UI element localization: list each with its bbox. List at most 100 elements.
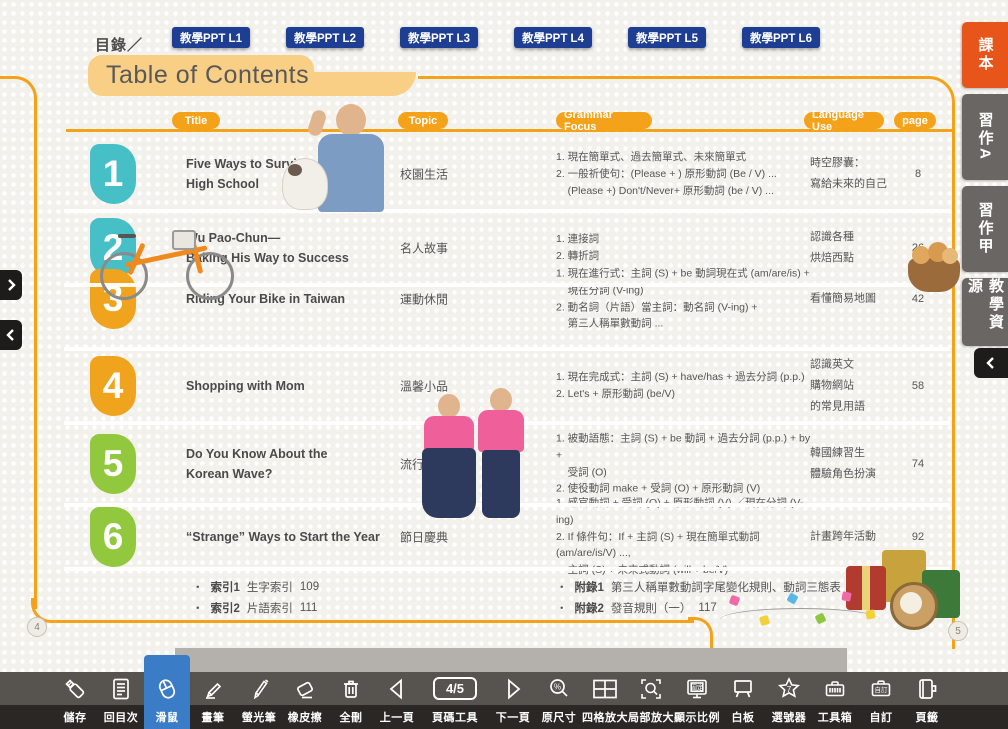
book-tab-icon [914,676,940,702]
custom-briefcase-icon: 自訂 [868,676,894,702]
ppt-button-l4[interactable]: 教學PPT L4 [514,27,592,48]
mouse-tool-button[interactable]: 滑鼠 [144,655,190,729]
delete-all-button[interactable]: 全刪 [328,672,374,729]
unit-title: “Strange” Ways to Start the Year [186,527,391,547]
ppt-button-l1[interactable]: 教學PPT L1 [172,27,250,48]
ppt-button-l3[interactable]: 教學PPT L3 [400,27,478,48]
appendix-page: 112 [848,581,866,593]
four-grid-zoom-button[interactable]: 四格放大 [582,672,628,729]
index-text: 生字索引 [247,579,293,595]
star-number-icon: 7 [775,676,803,702]
unit-title: Riding Your Bike in Taiwan [186,289,391,309]
unit-topic: 節日慶典 [400,529,500,546]
row-separator [64,503,950,507]
side-tab-teaching-resources[interactable]: 教學資源 [962,278,1008,346]
appendix-label: 附錄1 [575,579,604,595]
side-tab-workbook-jia[interactable]: 習作甲 [962,186,1008,272]
four-pane-grid-icon [591,676,619,702]
number-picker-button[interactable]: 7 選號器 [766,672,812,729]
appendix-item: ・ 附錄1 第三人稱單數動詞字尾變化規則、動詞三態表 112 [556,576,866,597]
custom-toolbox-button[interactable]: 自訂 自訂 [858,672,904,729]
unit-language-use: 看懂簡易地圖 [810,289,898,310]
eraser-icon [292,676,318,702]
toolbox-icon [822,676,848,702]
unit-number-badge: 3 [90,269,136,329]
highlighter-tool-button[interactable]: 螢光筆 [236,672,282,729]
appendix-page: 117 [698,602,716,614]
side-tab-workbook-a[interactable]: 習作A [962,94,1008,180]
table-of-contents-icon [108,676,134,702]
monitor-fixed-icon: 固定 [684,676,710,702]
unit-topic: 校園生活 [400,166,500,183]
chevron-right-icon [4,278,18,292]
svg-text:%: % [554,682,561,691]
page-corner-number-right: 5 [948,621,968,641]
appendix-text: 第三人稱單數動詞字尾變化規則、動詞三態表 [611,579,841,595]
save-button[interactable]: 儲存 [52,672,98,729]
index-label: 索引1 [211,579,240,595]
table-row: 4 Shopping with Mom 溫馨小品 1. 現在完成式：主詞 (S)… [0,350,1008,422]
unit-page-number: 8 [898,168,938,180]
page-corner-number-left: 4 [27,617,47,637]
partial-zoom-button[interactable]: 局部放大 [628,672,674,729]
toolbox-button[interactable]: 工具箱 [812,672,858,729]
triangle-right-icon [500,676,526,702]
row-separator [64,283,950,287]
page-indicator[interactable]: 4/5 [433,677,477,700]
bullet: ・ [192,579,204,595]
side-tab-textbook[interactable]: 課本 [962,22,1008,88]
table-row: 3 Riding Your Bike in Taiwan 運動休閒 1. 現在進… [0,250,1008,348]
table-row: 1 Five Ways to Survive High School 校園生活 … [0,136,1008,212]
unit-number-badge: 4 [90,356,136,416]
index-text: 片語索引 [247,600,293,616]
back-to-toc-button[interactable]: 回目次 [98,672,144,729]
trash-icon [338,676,364,702]
section-label: 目錄／ [95,34,143,55]
page-indicator-tool[interactable]: 4/5 頁碼工具 [420,672,490,729]
expand-left-panel-button[interactable] [0,270,22,300]
original-size-button[interactable]: % 原尺寸 [536,672,582,729]
ppt-button-l2[interactable]: 教學PPT L2 [286,27,364,48]
collapse-tabs-button[interactable] [974,348,1008,378]
fixed-badge: 固定 [691,682,705,691]
bullet: ・ [192,600,204,616]
appendix-item: ・ 附錄2 發音規則（一） 117 [556,597,866,618]
unit-page-number: 92 [898,531,938,543]
column-header-title: Title [172,112,220,129]
row-separator [64,421,950,425]
row-separator [64,209,950,213]
triangle-left-icon [384,676,410,702]
chevron-left-icon [4,328,18,342]
collapse-left-panel-button[interactable] [0,320,22,350]
index-list: ・ 索引1 生字索引 109 ・ 索引2 片語索引 111 [192,576,319,618]
prev-page-button[interactable]: 上一頁 [374,672,420,729]
unit-topic: 運動休閒 [400,291,500,308]
unit-language-use: 認識英文 購物網站 的常見用語 [810,355,898,418]
unit-language-use: 韓國練習生 體驗角色扮演 [810,443,898,485]
toolbar-popup-panel [175,648,847,674]
ppt-button-l5[interactable]: 教學PPT L5 [628,27,706,48]
column-header-page: page [894,112,936,129]
table-row: 6 “Strange” Ways to Start the Year 節日慶典 … [0,506,1008,568]
unit-grammar-focus: 1. 現在完成式：主詞 (S) + have/has + 過去分詞 (p.p.)… [556,369,814,403]
unit-grammar-focus: 1. 現在進行式：主詞 (S) + be 動詞現在式 (am/are/is) +… [556,265,814,332]
next-page-button[interactable]: 下一頁 [490,672,536,729]
custom-badge: 自訂 [875,685,889,694]
unit-grammar-focus: 1. 現在簡單式、過去簡單式、未來簡單式 2. 一般祈使句：(Please + … [556,149,814,199]
eraser-tool-button[interactable]: 橡皮擦 [282,672,328,729]
ppt-button-l6[interactable]: 教學PPT L6 [742,27,820,48]
page-tabs-button[interactable]: 頁籤 [904,672,950,729]
index-page: 109 [300,581,319,593]
unit-title: Five Ways to Survive High School [186,154,391,194]
pen-tool-button[interactable]: 畫筆 [190,672,236,729]
magnifier-brackets-icon [638,676,664,702]
pencil-icon [200,676,226,702]
column-header-grammar: Grammar Focus [556,112,652,129]
display-ratio-button[interactable]: 固定 顯示比例 [674,672,720,729]
ebook-viewer: 目錄／ Table of Contents 教學PPT L1 教學PPT L2 … [0,0,1008,729]
whiteboard-button[interactable]: 白板 [720,672,766,729]
usb-drive-icon [62,676,88,702]
mouse-icon [154,676,180,702]
zoom-percent-icon: % [546,676,572,702]
bottom-toolbar: 儲存 回目次 滑鼠 畫筆 螢光筆 橡皮擦 全刪 上一頁 [0,672,1008,729]
